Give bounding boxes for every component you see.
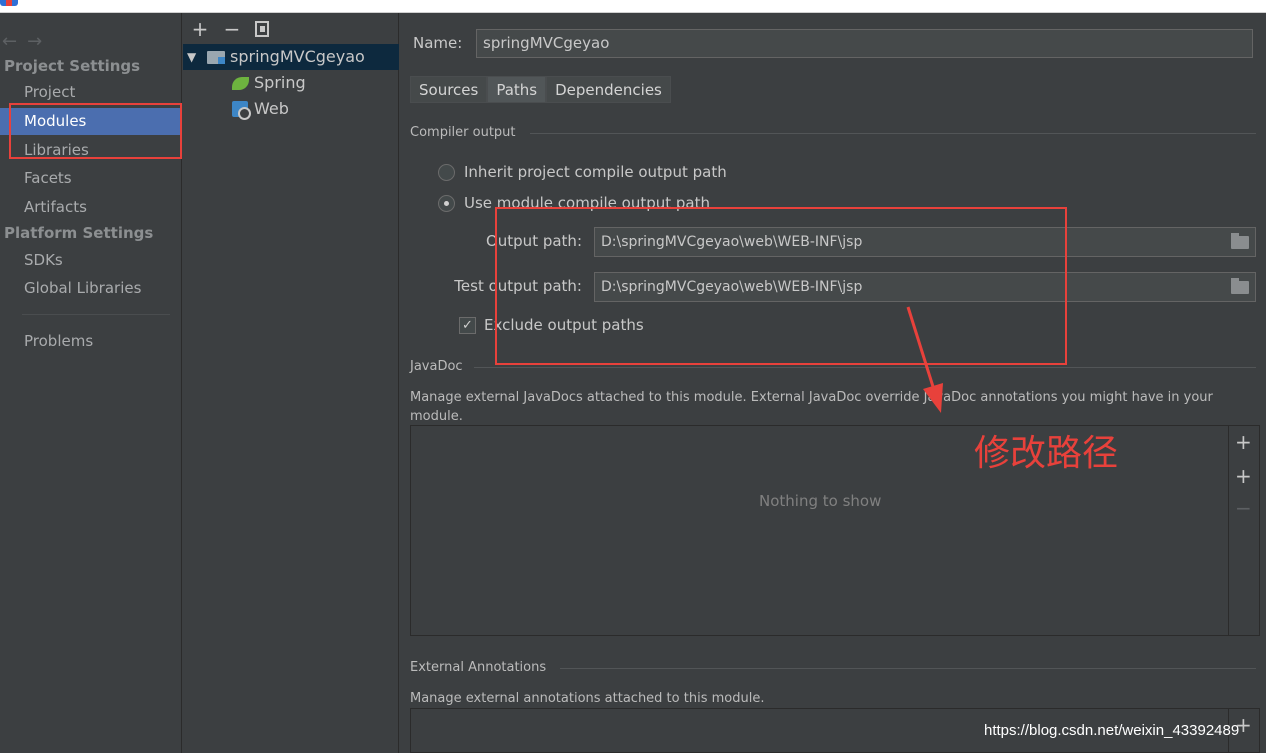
external-annotations-description: Manage external annotations attached to … bbox=[410, 691, 765, 706]
javadoc-title: JavaDoc bbox=[410, 359, 463, 374]
nav-item-facets[interactable]: Facets bbox=[0, 165, 182, 192]
remove-icon[interactable]: − bbox=[223, 17, 241, 41]
section-divider bbox=[530, 133, 1256, 134]
module-tree: + − ▼ springMVCgeyao Spring Web bbox=[183, 13, 399, 753]
spring-leaf-icon bbox=[232, 77, 249, 90]
tree-item-label: Spring bbox=[254, 73, 306, 92]
module-name-input[interactable]: springMVCgeyao bbox=[476, 29, 1253, 58]
history-arrows: ←→ bbox=[2, 31, 52, 52]
exclude-output-checkbox[interactable]: ✓ bbox=[459, 317, 476, 334]
nav-divider bbox=[22, 314, 170, 315]
javadoc-list[interactable]: Nothing to show + + − bbox=[410, 425, 1260, 636]
project-settings-header: Project Settings bbox=[4, 57, 141, 75]
browse-folder-icon[interactable] bbox=[1231, 233, 1249, 249]
name-label: Name: bbox=[413, 34, 463, 52]
section-divider bbox=[474, 367, 1256, 368]
annotation-arrow-icon bbox=[906, 306, 943, 413]
use-module-output-radio[interactable] bbox=[438, 195, 455, 212]
empty-list-text: Nothing to show bbox=[759, 492, 882, 510]
watermark: https://blog.csdn.net/weixin_43392489 bbox=[984, 722, 1240, 739]
nav-item-project[interactable]: Project bbox=[0, 79, 182, 106]
section-divider bbox=[560, 668, 1256, 669]
nav-item-sdks[interactable]: SDKs bbox=[0, 247, 182, 274]
nav-item-global-libraries[interactable]: Global Libraries bbox=[0, 275, 182, 302]
javadoc-description: Manage external JavaDocs attached to thi… bbox=[410, 390, 1213, 424]
tree-item-web[interactable]: Web bbox=[183, 96, 399, 122]
compiler-output-title: Compiler output bbox=[410, 125, 516, 140]
tree-item-spring[interactable]: Spring bbox=[183, 70, 399, 96]
forward-arrow-icon[interactable]: → bbox=[27, 31, 52, 52]
tab-paths[interactable]: Paths bbox=[487, 76, 547, 103]
expand-arrow-icon[interactable]: ▼ bbox=[187, 44, 196, 70]
window-titlebar bbox=[0, 0, 1266, 13]
inherit-output-radio[interactable] bbox=[438, 164, 455, 181]
annotation-label: 修改路径 bbox=[974, 433, 1119, 474]
add-url-icon[interactable]: + bbox=[1235, 464, 1252, 488]
remove-icon[interactable]: − bbox=[1235, 496, 1252, 520]
tree-root-module[interactable]: ▼ springMVCgeyao bbox=[183, 44, 399, 70]
nav-item-problems[interactable]: Problems bbox=[0, 328, 182, 355]
inherit-output-label[interactable]: Inherit project compile output path bbox=[464, 163, 727, 181]
module-folder-icon bbox=[207, 51, 225, 64]
nav-item-artifacts[interactable]: Artifacts bbox=[0, 194, 182, 221]
app-icon bbox=[0, 0, 18, 6]
tab-dependencies[interactable]: Dependencies bbox=[546, 76, 671, 103]
tab-sources[interactable]: Sources bbox=[410, 76, 488, 103]
copy-icon[interactable] bbox=[255, 21, 269, 37]
highlight-box-modules bbox=[9, 103, 182, 159]
module-tabs: Sources Paths Dependencies bbox=[410, 76, 671, 103]
add-icon[interactable]: + bbox=[191, 17, 209, 41]
platform-settings-header: Platform Settings bbox=[4, 224, 154, 242]
highlight-box-paths bbox=[495, 207, 1067, 365]
tree-toolbar: + − bbox=[191, 17, 269, 41]
browse-folder-icon[interactable] bbox=[1231, 278, 1249, 294]
external-annotations-title: External Annotations bbox=[410, 660, 547, 675]
javadoc-tools: + + − bbox=[1228, 426, 1256, 635]
tree-item-label: Web bbox=[254, 99, 289, 118]
add-icon[interactable]: + bbox=[1235, 430, 1252, 454]
web-facet-icon bbox=[232, 101, 251, 120]
back-arrow-icon[interactable]: ← bbox=[2, 31, 27, 52]
tree-root-label: springMVCgeyao bbox=[230, 47, 365, 66]
